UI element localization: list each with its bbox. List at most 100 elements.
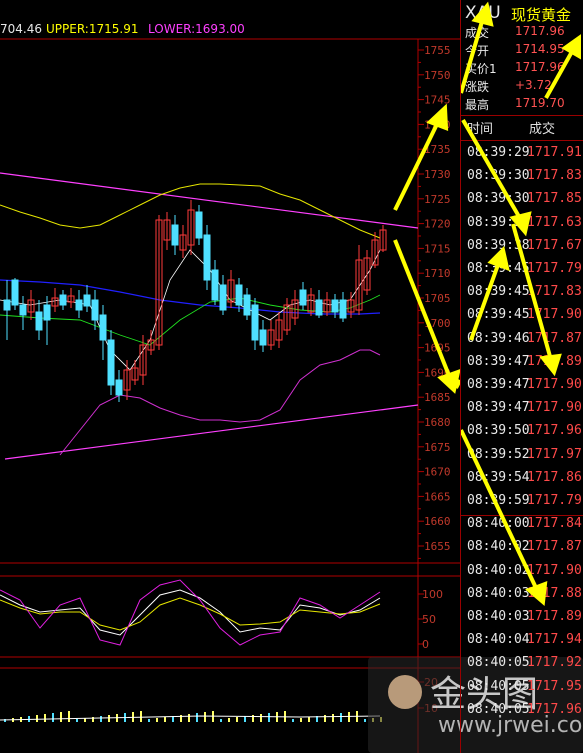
quote-row-value: 1717.96 xyxy=(515,60,565,74)
tick-time: 08:39:45 xyxy=(467,307,530,323)
candle-body xyxy=(3,299,11,311)
tick-time: 08:40:02 xyxy=(467,539,530,555)
tick-time: 08:40:04 xyxy=(467,632,530,648)
volume-bar xyxy=(292,719,294,722)
osc-tick-label: 50 xyxy=(422,613,436,626)
volume-bar xyxy=(220,719,222,722)
tick-price: 1717.88 xyxy=(527,585,582,601)
candle-body xyxy=(19,304,27,316)
quote-row-value: 1714.95 xyxy=(515,42,565,56)
candle-body xyxy=(107,339,115,386)
candle-body xyxy=(299,289,307,306)
tick-row: 08:39:47 1717.90 xyxy=(461,377,583,400)
quote-row-label: 最高 xyxy=(465,98,490,112)
volume-bar xyxy=(76,719,78,722)
volume-bar xyxy=(52,713,54,722)
volume-bar xyxy=(164,717,166,722)
tick-time: 08:39:30 xyxy=(467,191,530,207)
quote-row: 最高 1719.70 xyxy=(465,96,565,113)
candle-body xyxy=(251,304,259,341)
tick-row: 08:39:29 1717.91 xyxy=(461,145,583,168)
tick-time: 08:39:46 xyxy=(467,330,530,346)
tick-row: 08:40:00 1717.84 xyxy=(461,516,583,539)
ticks-header-price: 成交 xyxy=(529,122,556,137)
price-tick-label: 1665 xyxy=(424,490,451,503)
quote-row-label: 今开 xyxy=(465,44,490,58)
candle-body xyxy=(43,304,51,321)
tick-time: 08:39:29 xyxy=(467,145,530,160)
tick-price: 1717.92 xyxy=(527,655,582,671)
tick-row: 08:40:03 1717.88 xyxy=(461,586,583,609)
volume-bar xyxy=(156,718,158,722)
quote-row-label: 成交 xyxy=(465,26,490,40)
tick-time: 08:39:30 xyxy=(467,168,530,184)
candle-body xyxy=(91,299,99,321)
volume-bar xyxy=(332,714,334,722)
tick-row: 08:40:03 1717.89 xyxy=(461,609,583,632)
volume-bar xyxy=(196,713,198,722)
price-tick-label: 1750 xyxy=(424,69,451,82)
tick-price: 1717.63 xyxy=(527,214,582,230)
candles xyxy=(3,200,387,402)
tick-price: 1717.89 xyxy=(527,353,582,369)
tick-price: 1717.89 xyxy=(527,609,582,624)
tick-price: 1717.79 xyxy=(527,261,582,276)
tick-price: 1717.90 xyxy=(527,400,582,416)
quote-row: 买价1 1717.96 xyxy=(465,60,565,77)
tick-row: 08:39:50 1717.96 xyxy=(461,423,583,446)
quote-row-value: +3.72 xyxy=(515,78,552,92)
osc-tick-label: 100 xyxy=(422,588,443,601)
volume-bar xyxy=(300,718,302,722)
tick-price: 1717.90 xyxy=(527,307,582,323)
price-tick-label: 1720 xyxy=(424,218,451,231)
tick-price: 1717.84 xyxy=(527,516,582,532)
price-tick-label: 1730 xyxy=(424,168,451,181)
candle-body xyxy=(339,299,347,319)
tick-row: 08:39:45 1717.83 xyxy=(461,284,583,307)
tick-time: 08:40:05 xyxy=(467,655,530,671)
candle-body xyxy=(243,294,251,316)
price-tick-label: 1675 xyxy=(424,441,451,454)
tick-price: 1717.87 xyxy=(527,539,582,555)
candle-body xyxy=(211,269,219,301)
tick-time: 08:40:05 xyxy=(467,678,530,694)
tick-row: 08:39:30 1717.83 xyxy=(461,168,583,191)
price-tick-label: 1670 xyxy=(424,466,451,479)
tick-row: 08:39:35 1717.63 xyxy=(461,215,583,238)
tick-row: 08:39:54 1717.86 xyxy=(461,470,583,493)
candle-body xyxy=(83,294,91,307)
candlestick-chart[interactable]: 1755175017451740173517301725172017151710… xyxy=(0,0,460,753)
candle-body xyxy=(11,279,19,306)
osc-tick-label: 0 xyxy=(422,638,429,651)
price-tick-label: 1725 xyxy=(424,193,451,206)
volume-bar xyxy=(68,711,70,722)
tick-time: 08:40:02 xyxy=(467,562,530,578)
volume-bar xyxy=(100,716,102,722)
quote-row: 涨跌 +3.72 xyxy=(465,78,552,95)
candle-body xyxy=(315,299,323,316)
quote-name: 现货黄金 xyxy=(511,6,572,24)
tick-row: 08:39:47 1717.89 xyxy=(461,354,583,377)
tick-row: 08:39:45 1717.79 xyxy=(461,261,583,284)
upper-trendline xyxy=(0,172,419,229)
price-tick-label: 1755 xyxy=(424,44,451,57)
quote-row-value: 1717.96 xyxy=(515,24,565,38)
volume-bars xyxy=(0,711,382,722)
candle-body xyxy=(259,329,267,346)
candle-body xyxy=(99,314,107,341)
tick-price: 1717.96 xyxy=(527,701,582,717)
tick-price: 1717.97 xyxy=(527,446,582,462)
moving-average-white xyxy=(0,249,381,371)
moving-average-green xyxy=(0,294,381,346)
tick-row: 08:40:02 1717.87 xyxy=(461,539,583,562)
candle-body xyxy=(115,379,123,396)
tick-time: 08:40:03 xyxy=(467,609,530,624)
candle-body xyxy=(203,234,211,281)
trend-lines xyxy=(0,172,419,460)
quote-row-value: 1719.70 xyxy=(515,96,565,110)
tick-row: 08:40:02 1717.90 xyxy=(461,563,583,586)
volume-bar xyxy=(236,717,238,722)
candle-body xyxy=(219,284,227,311)
divider xyxy=(461,115,583,116)
tick-time: 08:40:00 xyxy=(467,516,530,532)
